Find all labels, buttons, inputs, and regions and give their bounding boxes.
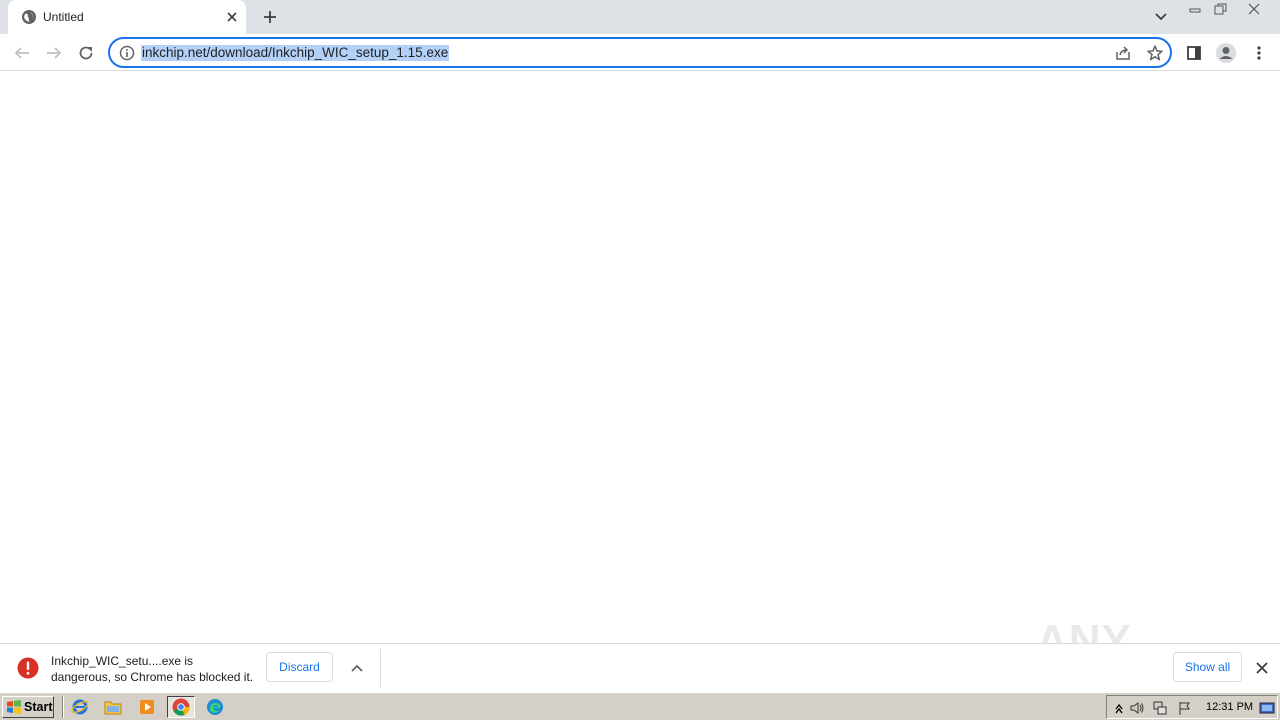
windows-logo-icon [7, 700, 21, 714]
restore-icon[interactable] [1209, 1, 1231, 17]
file-explorer-icon[interactable] [102, 697, 124, 717]
browser-tab[interactable]: Untitled [8, 0, 246, 34]
chrome-taskbar-icon[interactable] [167, 696, 195, 718]
download-warning-line2: dangerous, so Chrome has blocked it. [51, 670, 254, 684]
download-shelf: Inkchip_WIC_setu....exe is dangerous, so… [0, 643, 1280, 692]
browser-toolbar: inkchip.net/download/Inkchip_WIC_setup_1… [0, 34, 1280, 71]
chevron-up-icon[interactable] [347, 658, 367, 678]
share-icon[interactable] [1114, 44, 1132, 62]
danger-warning-icon [17, 657, 39, 679]
show-hidden-icons-icon[interactable] [1111, 700, 1127, 716]
globe-icon [22, 10, 36, 24]
tab-strip: Untitled [0, 0, 1280, 34]
taskbar-separator [62, 696, 64, 718]
close-shelf-icon[interactable] [1252, 658, 1272, 678]
close-window-icon[interactable] [1243, 1, 1265, 17]
show-all-button[interactable]: Show all [1173, 652, 1242, 682]
clock[interactable]: 12:31 PM [1206, 701, 1253, 713]
download-warning-text: Inkchip_WIC_setu....exe is dangerous, so… [51, 653, 253, 685]
site-info-icon[interactable] [119, 45, 135, 61]
reload-icon[interactable] [73, 40, 99, 66]
media-player-icon[interactable] [136, 697, 158, 717]
page-content [0, 72, 1280, 643]
taskbar: Start 12:31 PM [0, 692, 1280, 720]
shelf-divider [380, 649, 381, 687]
volume-icon[interactable] [1129, 700, 1145, 716]
close-tab-icon[interactable] [224, 9, 240, 25]
internet-explorer-icon[interactable] [69, 697, 91, 717]
download-warning-line1: Inkchip_WIC_setu....exe is [51, 654, 194, 668]
discard-button[interactable]: Discard [266, 652, 333, 682]
edge-icon[interactable] [204, 697, 226, 717]
action-center-flag-icon[interactable] [1177, 700, 1193, 716]
system-tray: 12:31 PM [1106, 695, 1278, 719]
chevron-down-icon[interactable] [1151, 7, 1171, 27]
network-icon[interactable] [1152, 700, 1168, 716]
back-arrow-icon[interactable] [9, 40, 35, 66]
profile-avatar-icon[interactable] [1213, 40, 1239, 66]
menu-kebab-icon[interactable] [1246, 40, 1272, 66]
tab-title: Untitled [43, 10, 84, 24]
bookmark-star-icon[interactable] [1146, 44, 1164, 62]
new-tab-icon[interactable] [259, 6, 281, 28]
forward-arrow-icon[interactable] [41, 40, 67, 66]
address-bar[interactable]: inkchip.net/download/Inkchip_WIC_setup_1… [108, 37, 1172, 68]
start-label: Start [24, 700, 53, 714]
side-panel-icon[interactable] [1181, 40, 1207, 66]
url-text[interactable]: inkchip.net/download/Inkchip_WIC_setup_1… [141, 45, 450, 61]
minimize-icon[interactable] [1184, 1, 1206, 17]
show-desktop-icon[interactable] [1259, 700, 1275, 716]
start-button[interactable]: Start [2, 696, 54, 718]
